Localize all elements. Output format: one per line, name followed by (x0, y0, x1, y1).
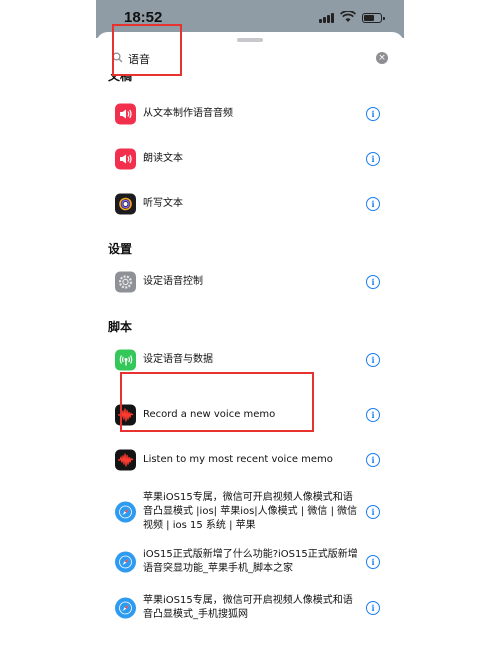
speaker-icon (115, 103, 136, 125)
info-icon[interactable]: i (366, 453, 380, 467)
list-item[interactable]: iOS15正式版新增了什么功能?iOS15正式版新增语音突显功能_苹果手机_脚本… (96, 542, 404, 582)
annotation-box-voice-memo (120, 372, 314, 432)
list-item-label: iOS15正式版新增了什么功能?iOS15正式版新增语音突显功能_苹果手机_脚本… (143, 549, 358, 574)
battery-icon (362, 13, 385, 23)
settings-gear-icon (115, 271, 136, 293)
phone-screen: 18:52 × 文稿 (96, 0, 404, 652)
wifi-icon (340, 11, 356, 22)
voice-memo-icon (115, 449, 136, 471)
list-item[interactable]: 朗读文本 i (96, 137, 404, 181)
info-icon[interactable]: i (366, 555, 380, 569)
section-header-settings: 设置 (108, 242, 133, 256)
annotation-box-search (112, 24, 182, 76)
safari-icon (115, 597, 136, 619)
list-item-label: 苹果iOS15专属，微信可开启视频人像模式和语音凸显模式_手机搜狐网 (143, 595, 353, 620)
info-icon[interactable]: i (366, 107, 380, 121)
search-sheet: × 文稿 从文本制作语音音频 i 朗读文本 i 听写文本 i 设置 (96, 32, 404, 652)
sheet-grabber[interactable] (237, 38, 263, 42)
status-icons (319, 11, 385, 23)
safari-icon (115, 501, 136, 523)
list-item[interactable]: 苹果iOS15专属，微信可开启视频人像模式和语音凸显模式_手机搜狐网 i (96, 588, 404, 628)
list-item[interactable]: 设定语音控制 i (96, 260, 404, 304)
safari-icon (115, 551, 136, 573)
info-icon[interactable]: i (366, 152, 380, 166)
cellular-icon (115, 349, 136, 371)
list-item-label: 从文本制作语音音频 (143, 108, 233, 119)
list-item-label: Listen to my most recent voice memo (143, 454, 333, 465)
list-item[interactable]: Listen to my most recent voice memo i (96, 438, 404, 482)
list-item[interactable]: 苹果iOS15专属，微信可开启视频人像模式和语音凸显模式 |ios| 苹果ios… (96, 487, 404, 537)
section-header-shortcuts: 脚本 (108, 320, 133, 334)
list-item-label: 设定语音与数据 (143, 354, 213, 365)
signal-icon (319, 13, 334, 23)
speaker-icon (115, 148, 136, 170)
info-icon[interactable]: i (366, 505, 380, 519)
list-item-label: 朗读文本 (143, 153, 183, 164)
list-item-label: 设定语音控制 (143, 276, 203, 287)
list-item[interactable]: 听写文本 i (96, 182, 404, 226)
info-icon[interactable]: i (366, 275, 380, 289)
list-item-label: 苹果iOS15专属，微信可开启视频人像模式和语音凸显模式 |ios| 苹果ios… (143, 492, 358, 531)
dictation-icon (115, 193, 136, 215)
list-item-label: 听写文本 (143, 198, 183, 209)
list-item[interactable]: 从文本制作语音音频 i (96, 92, 404, 136)
info-icon[interactable]: i (366, 197, 380, 211)
info-icon[interactable]: i (366, 408, 380, 422)
info-icon[interactable]: i (366, 601, 380, 615)
clear-search-button[interactable]: × (376, 52, 388, 64)
info-icon[interactable]: i (366, 353, 380, 367)
